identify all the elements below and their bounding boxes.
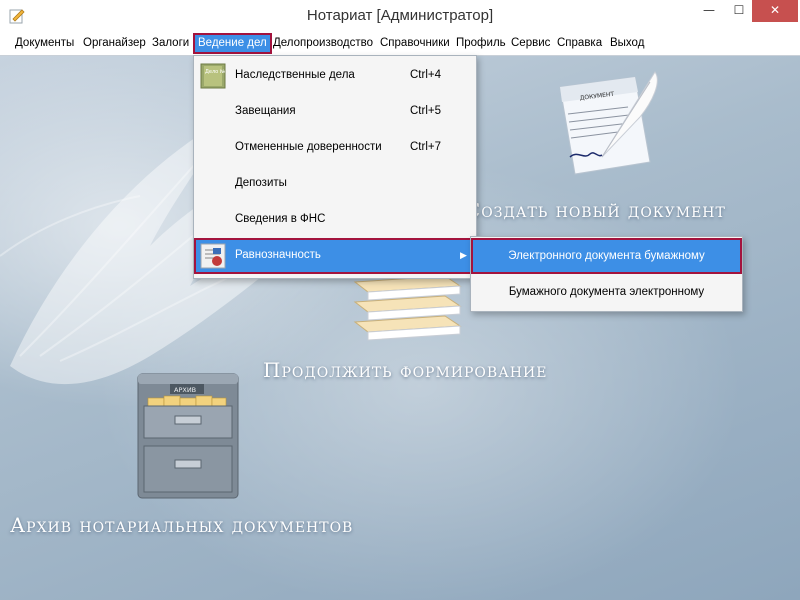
equivalence-submenu: Электронного документа бумажному Бумажно… (470, 236, 743, 312)
archive-icon-caption: АРХИВ (174, 386, 196, 394)
maximize-button[interactable]: ☐ (724, 0, 754, 22)
dropdown-item-equivalence[interactable]: Равнозначность ▶ (194, 238, 476, 274)
menu-organizer[interactable]: Органайзер (80, 35, 149, 52)
window-title: Нотариат [Администратор] (306, 7, 494, 24)
archive-label[interactable]: Архив нотариальных документов (10, 513, 353, 537)
dropdown-shortcut: Ctrl+5 (410, 105, 441, 117)
menu-profile[interactable]: Профиль (453, 35, 509, 52)
dropdown-item-deposits[interactable]: Депозиты (194, 166, 476, 202)
dropdown-label: Равнозначность (235, 249, 321, 261)
dropdown-label: Отмененные доверенности (235, 141, 382, 153)
minimize-button[interactable]: — (694, 0, 724, 22)
dropdown-label: Сведения в ФНС (235, 213, 326, 225)
dropdown-label: Завещания (235, 105, 296, 117)
menu-help[interactable]: Справка (554, 35, 605, 52)
menu-bar: Документы Органайзер Залоги Ведение дел … (0, 32, 800, 56)
menu-case-management[interactable]: Ведение дел (193, 33, 272, 54)
menu-service[interactable]: Сервис (508, 35, 553, 52)
new-document-icon[interactable]: ДОКУМЕНТ (540, 62, 670, 182)
menu-documents[interactable]: Документы (12, 35, 77, 52)
archive-cabinet-icon[interactable]: АРХИВ (130, 372, 245, 502)
dropdown-item-wills[interactable]: Завещания Ctrl+5 (194, 94, 476, 130)
close-button[interactable]: ✕ (752, 0, 798, 22)
dropdown-item-inheritance-cases[interactable]: Дело № Наследственные дела Ctrl+4 (194, 58, 476, 94)
submenu-item-electronic-to-paper[interactable]: Электронного документа бумажному (471, 238, 742, 274)
dropdown-label: Наследственные дела (235, 69, 355, 81)
stamp-document-icon (200, 243, 226, 269)
case-management-dropdown: Дело № Наследственные дела Ctrl+4 Завеща… (193, 55, 477, 279)
folder-icon-caption: Дело № (205, 69, 226, 75)
menu-office-work[interactable]: Делопроизводство (270, 35, 376, 52)
dropdown-item-cancelled-poa[interactable]: Отмененные доверенности Ctrl+7 (194, 130, 476, 166)
menu-exit[interactable]: Выход (607, 35, 647, 52)
dropdown-shortcut: Ctrl+7 (410, 141, 441, 153)
folder-icon: Дело № (200, 63, 226, 89)
dropdown-shortcut: Ctrl+4 (410, 69, 441, 81)
continue-forming-label[interactable]: Продолжить формирование (263, 358, 547, 382)
submenu-item-paper-to-electronic[interactable]: Бумажного документа электронному (471, 274, 742, 310)
paper-stack-icon[interactable] (350, 274, 465, 344)
title-bar: Нотариат [Администратор] — ☐ ✕ (0, 0, 800, 33)
menu-pledges[interactable]: Залоги (149, 35, 192, 52)
dropdown-label: Депозиты (235, 177, 287, 189)
menu-references[interactable]: Справочники (377, 35, 453, 52)
create-document-label[interactable]: Создать новый документ (465, 198, 726, 222)
dropdown-item-fns-info[interactable]: Сведения в ФНС (194, 202, 476, 238)
submenu-arrow-icon: ▶ (460, 250, 467, 260)
